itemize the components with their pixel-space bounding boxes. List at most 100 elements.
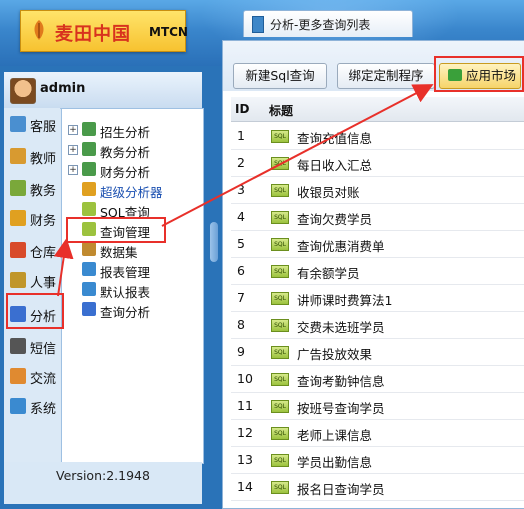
sql-file-icon: SQL bbox=[271, 211, 289, 224]
tree-node-label: 财务分析 bbox=[100, 165, 151, 180]
row-title[interactable]: 按班号查询学员 bbox=[297, 398, 385, 417]
sql-file-icon: SQL bbox=[271, 184, 289, 197]
row-id: 5 bbox=[237, 236, 245, 251]
nav-item-label: 客服 bbox=[30, 120, 57, 135]
new-sql-query-button[interactable]: 新建Sql查询 bbox=[233, 63, 327, 89]
row-title[interactable]: 有余额学员 bbox=[297, 263, 360, 282]
nav-item-0[interactable]: 客服 bbox=[6, 112, 60, 138]
nav-item-9[interactable]: 系统 bbox=[6, 394, 60, 420]
sql-file-icon: SQL bbox=[271, 130, 289, 143]
sql-file-icon: SQL bbox=[271, 292, 289, 305]
avatar[interactable] bbox=[10, 78, 36, 104]
nav-item-3[interactable]: 财务 bbox=[6, 206, 60, 232]
query-analysis-icon bbox=[82, 302, 96, 316]
table-row[interactable]: 7 SQL 讲师课时费算法1 bbox=[231, 284, 524, 312]
row-title[interactable]: 每日收入汇总 bbox=[297, 155, 372, 174]
search-analysis-icon bbox=[82, 122, 96, 136]
nav-item-label: 交流 bbox=[30, 372, 57, 387]
row-id: 9 bbox=[237, 344, 245, 359]
sql-file-icon: SQL bbox=[271, 157, 289, 170]
highlight-app-market bbox=[434, 56, 524, 92]
sql-file-icon: SQL bbox=[271, 373, 289, 386]
system-icon bbox=[10, 398, 26, 414]
xml-dataset-icon bbox=[82, 242, 96, 256]
table-row[interactable]: 12 SQL 老师上课信息 bbox=[231, 419, 524, 447]
version-label: Version:2.1948 bbox=[4, 462, 202, 504]
table-row[interactable]: 3 SQL 收银员对账 bbox=[231, 176, 524, 204]
row-id: 13 bbox=[237, 452, 253, 467]
expand-icon[interactable]: + bbox=[68, 145, 78, 155]
sms-icon bbox=[10, 338, 26, 354]
sql-file-icon: SQL bbox=[271, 454, 289, 467]
nav-item-1[interactable]: 教师 bbox=[6, 144, 60, 170]
nav-item-label: 短信 bbox=[30, 342, 57, 357]
nav-item-8[interactable]: 交流 bbox=[6, 364, 60, 390]
finance-icon bbox=[10, 210, 26, 226]
tree-node-label: 招生分析 bbox=[100, 125, 151, 140]
sql-file-icon: SQL bbox=[271, 481, 289, 494]
sql-icon bbox=[82, 202, 96, 216]
expand-icon[interactable]: + bbox=[68, 125, 78, 135]
nav-item-5[interactable]: 人事 bbox=[6, 268, 60, 294]
nav-item-label: 系统 bbox=[30, 402, 57, 417]
report-icon bbox=[82, 262, 96, 276]
nav-item-label: 人事 bbox=[30, 276, 57, 291]
row-title[interactable]: 老师上课信息 bbox=[297, 425, 372, 444]
default-report-icon bbox=[82, 282, 96, 296]
table-row[interactable]: 13 SQL 学员出勤信息 bbox=[231, 446, 524, 474]
table-row[interactable]: 1 SQL 查询充值信息 bbox=[231, 122, 524, 150]
super-analyzer-icon bbox=[82, 182, 96, 196]
table-row[interactable]: 2 SQL 每日收入汇总 bbox=[231, 149, 524, 177]
table-row[interactable]: 6 SQL 有余额学员 bbox=[231, 257, 524, 285]
tree-node-label: 默认报表 bbox=[100, 285, 151, 300]
customer-service-icon bbox=[10, 116, 26, 132]
row-title[interactable]: 广告投放效果 bbox=[297, 344, 372, 363]
row-title[interactable]: 查询充值信息 bbox=[297, 128, 372, 147]
row-id: 12 bbox=[237, 425, 253, 440]
table-row[interactable]: 10 SQL 查询考勤钟信息 bbox=[231, 365, 524, 393]
book-icon bbox=[252, 16, 264, 33]
left-panel: admin 客服 教师 教务 财务 仓库 人事 分析 短信 交流 系统 + 招生分析 + 教务分析 + 财务… bbox=[4, 72, 204, 504]
username: admin bbox=[40, 81, 86, 96]
logo-subtext: MTCN bbox=[149, 25, 188, 39]
analysis-tree: + 招生分析 + 教务分析 + 财务分析 超级分析器 SQL查询 查询管理 数据集 报表管理 默认报表… bbox=[61, 108, 204, 464]
column-header-title: 标题 bbox=[269, 104, 294, 118]
bind-custom-program-button[interactable]: 绑定定制程序 bbox=[337, 63, 435, 89]
nav-item-2[interactable]: 教务 bbox=[6, 176, 60, 202]
tab-label: 分析-更多查询列表 bbox=[270, 18, 371, 32]
table-row[interactable]: 11 SQL 按班号查询学员 bbox=[231, 392, 524, 420]
nav-item-7[interactable]: 短信 bbox=[6, 334, 60, 360]
academic-icon bbox=[10, 180, 26, 196]
tree-node-label: 查询分析 bbox=[100, 305, 151, 320]
table-row[interactable]: 8 SQL 交费未选班学员 bbox=[231, 311, 524, 339]
table-header: ID 标题 bbox=[231, 97, 524, 122]
tree-node-label: 报表管理 bbox=[100, 265, 151, 280]
table-row[interactable]: 4 SQL 查询欠费学员 bbox=[231, 203, 524, 231]
row-title[interactable]: 交费未选班学员 bbox=[297, 317, 385, 336]
row-title[interactable]: 查询欠费学员 bbox=[297, 209, 372, 228]
row-id: 14 bbox=[237, 479, 253, 494]
tab-analysis-query-list[interactable]: 分析-更多查询列表 bbox=[243, 10, 413, 37]
table-row[interactable]: 14 SQL 报名日查询学员 bbox=[231, 473, 524, 501]
sql-file-icon: SQL bbox=[271, 427, 289, 440]
table-row[interactable]: 9 SQL 广告投放效果 bbox=[231, 338, 524, 366]
row-title[interactable]: 收银员对账 bbox=[297, 182, 360, 201]
row-title[interactable]: 查询考勤钟信息 bbox=[297, 371, 385, 390]
row-id: 2 bbox=[237, 155, 245, 170]
table-row[interactable]: 5 SQL 查询优惠消费单 bbox=[231, 230, 524, 258]
hr-icon bbox=[10, 272, 26, 288]
tree-node-label: 教务分析 bbox=[100, 145, 151, 160]
row-title[interactable]: 学员出勤信息 bbox=[297, 452, 372, 471]
highlight-query-manage bbox=[66, 217, 166, 243]
row-title[interactable]: 讲师课时费算法1 bbox=[297, 290, 392, 309]
row-title[interactable]: 查询优惠消费单 bbox=[297, 236, 385, 255]
sql-file-icon: SQL bbox=[271, 400, 289, 413]
nav-item-4[interactable]: 仓库 bbox=[6, 238, 60, 264]
expand-icon[interactable]: + bbox=[68, 165, 78, 175]
collapse-handle[interactable] bbox=[210, 222, 218, 262]
panel-splitter[interactable] bbox=[206, 72, 220, 504]
module-nav: 客服 教师 教务 财务 仓库 人事 分析 短信 交流 系统 bbox=[4, 108, 60, 462]
search-analysis-icon bbox=[82, 142, 96, 156]
row-title[interactable]: 报名日查询学员 bbox=[297, 479, 385, 498]
chat-icon bbox=[10, 368, 26, 384]
